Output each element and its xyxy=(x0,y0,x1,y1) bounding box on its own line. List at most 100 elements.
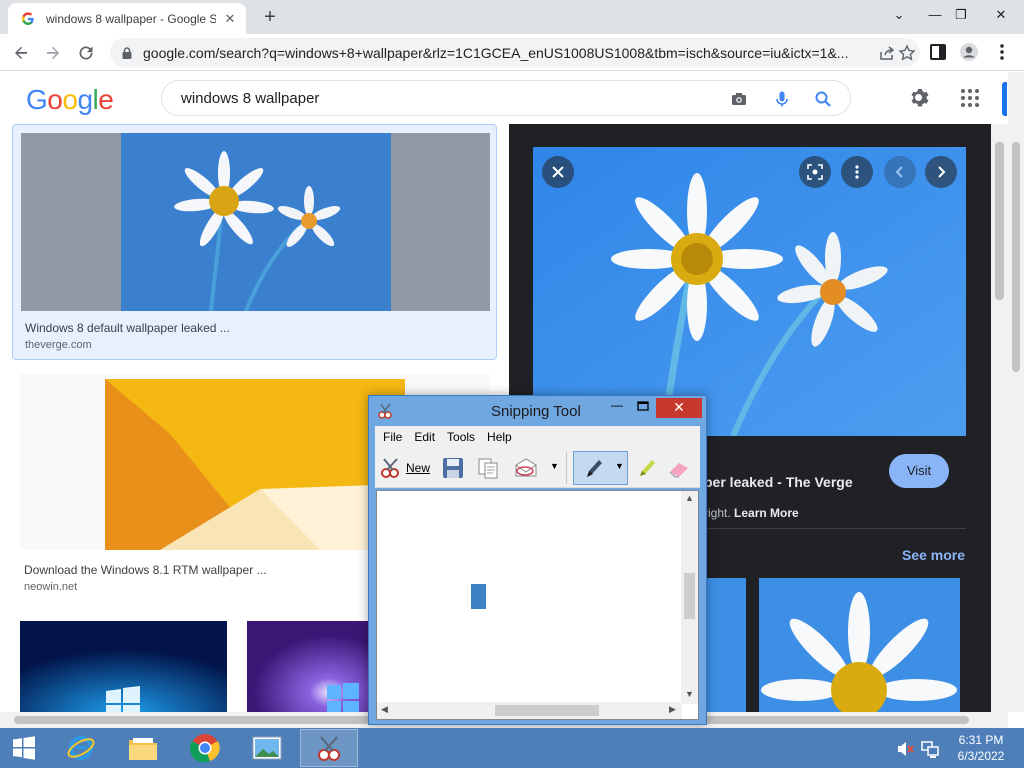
search-icon[interactable] xyxy=(814,90,832,108)
reload-icon xyxy=(79,46,93,60)
tab-search-icon[interactable]: ⌄ xyxy=(882,0,916,30)
result-title[interactable]: Windows 8 default wallpaper leaked ... xyxy=(25,321,230,335)
scroll-down-icon: ▼ xyxy=(685,689,694,699)
learn-more-link[interactable]: Learn More xyxy=(734,506,799,520)
new-tab-button[interactable]: + xyxy=(259,6,281,28)
scroll-right-icon: ▶ xyxy=(669,704,676,714)
result-source[interactable]: theverge.com xyxy=(25,339,92,351)
save-icon[interactable] xyxy=(441,456,465,480)
reload-button[interactable] xyxy=(73,40,99,66)
scissors-icon xyxy=(378,403,392,419)
back-button[interactable] xyxy=(8,40,34,66)
snipping-tool-titlebar[interactable]: Snipping Tool — ✕ xyxy=(369,396,706,426)
lens-search-button[interactable] xyxy=(799,156,831,188)
tab-strip: windows 8 wallpaper - Google Se ✕ + ⌄ — … xyxy=(0,0,1024,34)
eraser-icon[interactable] xyxy=(666,456,692,480)
preview-title[interactable]: per leaked - The Verge xyxy=(704,474,853,490)
result-thumbnail[interactable] xyxy=(21,133,490,311)
lens-icon xyxy=(807,164,823,180)
close-preview-button[interactable] xyxy=(542,156,574,188)
taskbar-snipping-tool[interactable] xyxy=(300,729,358,767)
dropdown-arrow-icon[interactable]: ▼ xyxy=(550,461,559,471)
next-image-button[interactable] xyxy=(925,156,957,188)
window-close-button[interactable]: ✕ xyxy=(984,0,1018,30)
pen-tool-button[interactable]: ▼ xyxy=(573,451,628,485)
result-card-selected[interactable]: Windows 8 default wallpaper leaked ... t… xyxy=(12,124,497,360)
profile-avatar-icon[interactable] xyxy=(959,42,979,62)
close-icon[interactable]: ✕ xyxy=(222,11,238,27)
address-bar[interactable]: google.com/search?q=windows+8+wallpaper&… xyxy=(110,38,920,67)
system-clock[interactable]: 6:31 PM 6/3/2022 xyxy=(946,732,1016,764)
preview-image[interactable] xyxy=(533,147,966,436)
logo-letter: o xyxy=(62,84,78,115)
close-button[interactable]: ✕ xyxy=(656,398,702,418)
snipping-tool-window: Snipping Tool — ✕ File Edit Tools Help N… xyxy=(368,395,707,725)
chevron-right-icon xyxy=(938,166,946,178)
scissors-icon xyxy=(318,736,340,761)
tab-title: windows 8 wallpaper - Google Se xyxy=(46,11,216,26)
new-label: New xyxy=(406,461,431,475)
logo-letter: o xyxy=(47,84,63,115)
forward-arrow-icon xyxy=(47,46,59,59)
window-title: Snipping Tool xyxy=(491,403,581,420)
restore-button[interactable]: ❐ xyxy=(944,0,978,30)
photo-viewer-icon xyxy=(252,736,282,760)
highlighter-icon[interactable] xyxy=(634,456,658,480)
camera-icon[interactable] xyxy=(730,90,748,108)
speaker-muted-icon[interactable] xyxy=(896,740,914,758)
apps-grid-icon[interactable] xyxy=(958,86,982,110)
taskbar-chrome[interactable] xyxy=(176,729,234,767)
chevron-left-icon xyxy=(895,166,903,178)
taskbar: 6:31 PM 6/3/2022 xyxy=(0,728,1024,768)
taskbar-internet-explorer[interactable] xyxy=(52,729,110,767)
microphone-icon[interactable] xyxy=(773,90,791,108)
maximize-button[interactable] xyxy=(631,398,655,416)
see-more-link[interactable]: See more xyxy=(902,547,965,563)
settings-gear-icon[interactable] xyxy=(908,86,932,110)
kebab-menu-icon[interactable] xyxy=(992,42,1012,62)
copy-icon[interactable] xyxy=(476,456,500,480)
taskbar-file-explorer[interactable] xyxy=(114,729,172,767)
send-snip-icon[interactable] xyxy=(513,456,539,480)
related-image[interactable] xyxy=(704,578,746,712)
menu-edit[interactable]: Edit xyxy=(414,430,435,444)
browser-tab[interactable]: windows 8 wallpaper - Google Se ✕ xyxy=(8,3,246,34)
forward-button[interactable] xyxy=(40,40,66,66)
network-icon[interactable] xyxy=(920,739,940,759)
more-options-button[interactable] xyxy=(841,156,873,188)
taskbar-photos[interactable] xyxy=(238,729,296,767)
preview-scrollbar[interactable] xyxy=(991,124,1008,712)
result-title[interactable]: Download the Windows 8.1 RTM wallpaper .… xyxy=(24,563,267,577)
related-image[interactable] xyxy=(759,578,960,712)
search-query[interactable]: windows 8 wallpaper xyxy=(181,90,319,107)
result-thumbnail[interactable] xyxy=(247,621,372,712)
google-favicon-icon xyxy=(20,11,36,27)
clock-time: 6:31 PM xyxy=(958,733,1004,747)
menu-file[interactable]: File xyxy=(383,430,402,444)
google-logo[interactable]: Google xyxy=(26,84,114,116)
menu-help[interactable]: Help xyxy=(487,430,512,444)
canvas-horizontal-scrollbar[interactable]: ◀ ▶ xyxy=(377,702,682,719)
scrollbar-thumb[interactable] xyxy=(1012,142,1020,372)
result-source[interactable]: neowin.net xyxy=(24,581,77,593)
scrollbar-thumb[interactable] xyxy=(995,142,1004,300)
share-icon[interactable] xyxy=(878,44,896,62)
previous-image-button[interactable] xyxy=(884,156,916,188)
snip-preview-fragment xyxy=(471,584,486,609)
logo-letter: g xyxy=(77,84,93,115)
toolbar-separator xyxy=(566,452,567,484)
side-panel-icon[interactable] xyxy=(928,42,948,62)
internet-explorer-icon xyxy=(67,736,95,760)
start-button[interactable] xyxy=(0,729,48,767)
visit-button[interactable]: Visit xyxy=(889,454,949,488)
canvas-vertical-scrollbar[interactable]: ▲ ▼ xyxy=(681,491,698,704)
new-snip-button[interactable]: New xyxy=(379,456,430,480)
search-box[interactable]: windows 8 wallpaper xyxy=(161,80,851,116)
page-vertical-scrollbar[interactable] xyxy=(1008,72,1024,712)
snip-canvas[interactable]: ▲ ▼ ◀ ▶ xyxy=(376,490,699,720)
minimize-button[interactable]: — xyxy=(605,398,629,416)
google-header: Google windows 8 wallpaper xyxy=(0,72,1008,124)
result-thumbnail[interactable] xyxy=(20,621,227,712)
bookmark-star-icon[interactable] xyxy=(898,44,916,62)
menu-tools[interactable]: Tools xyxy=(447,430,475,444)
